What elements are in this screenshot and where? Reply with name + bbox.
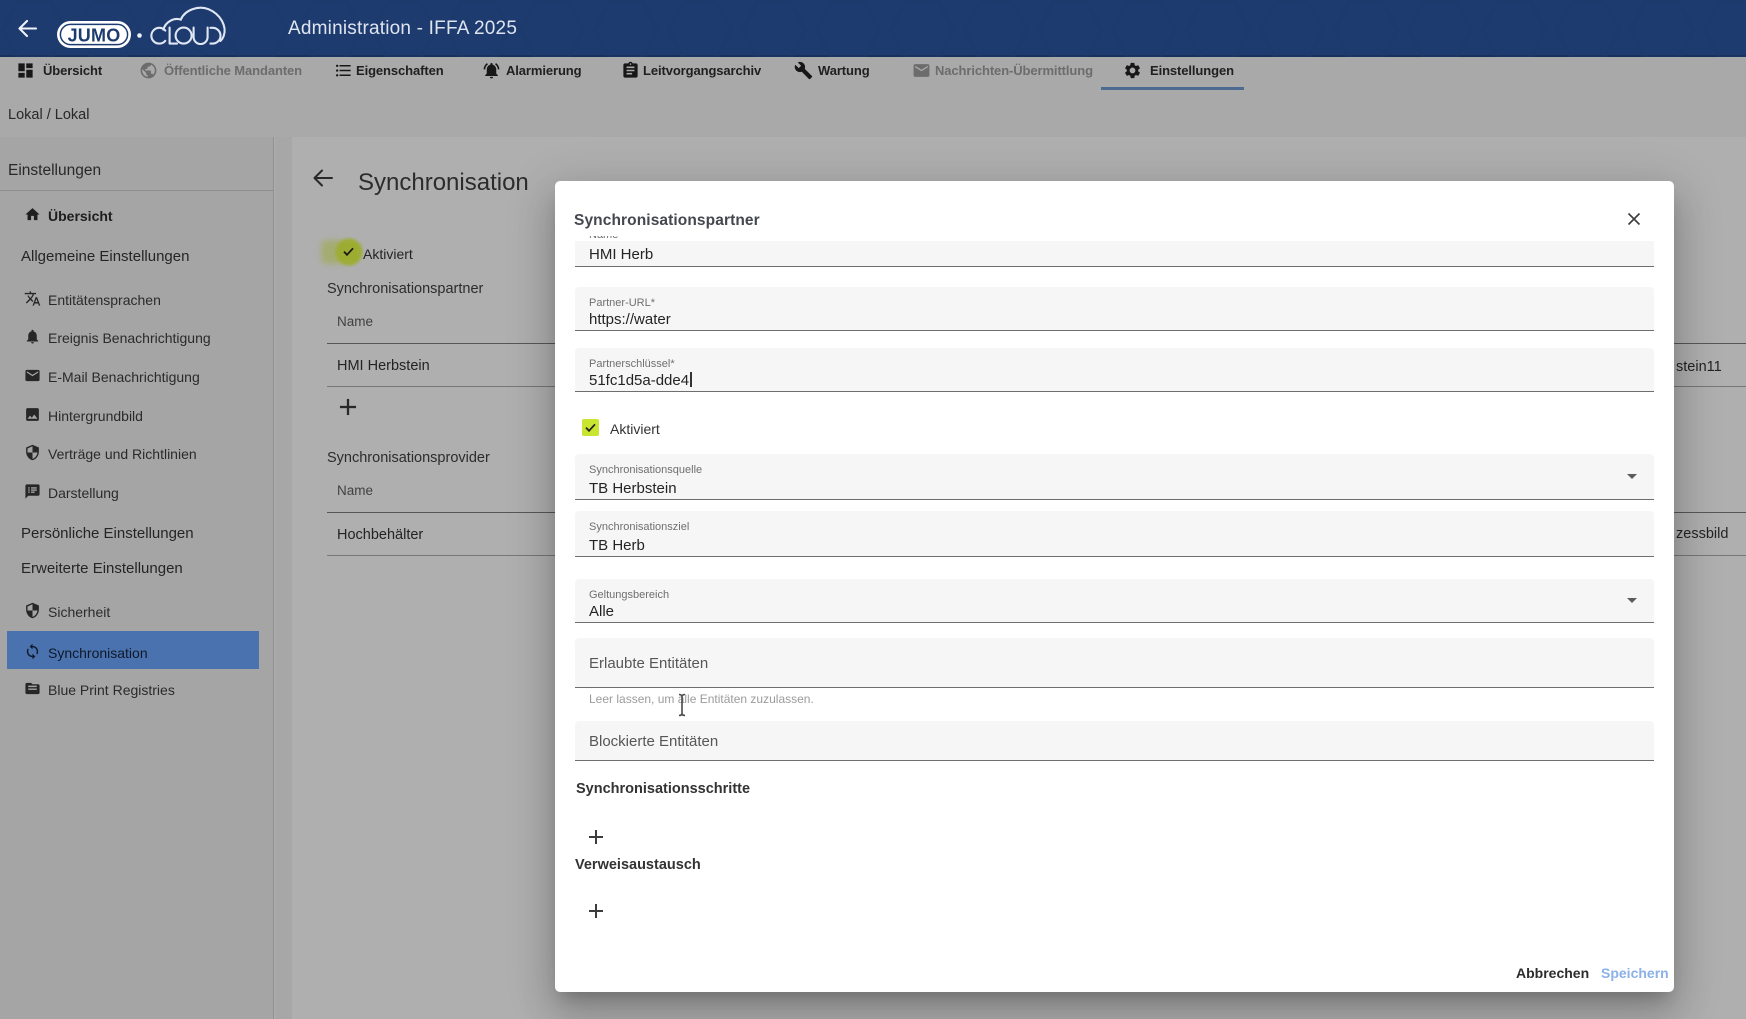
svg-text:JUMO: JUMO	[68, 26, 121, 46]
